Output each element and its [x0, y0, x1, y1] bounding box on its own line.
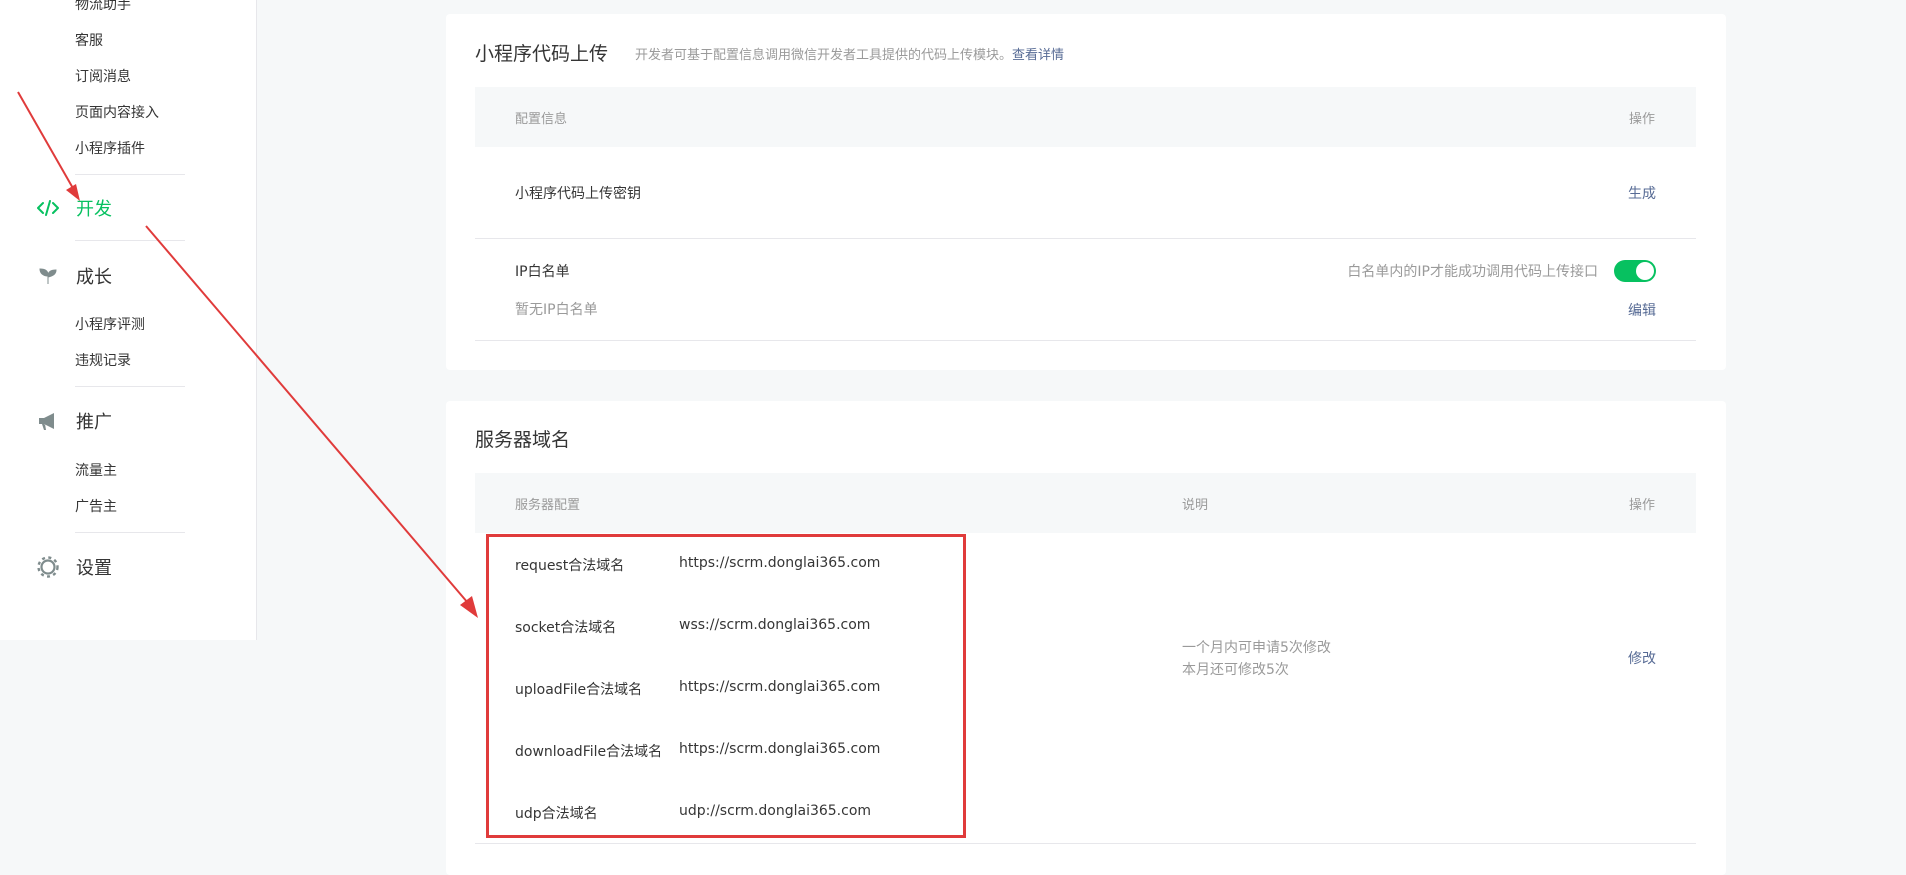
- sidebar-group-growth-label: 成长: [76, 267, 112, 288]
- col-action: 操作: [1628, 112, 1655, 127]
- col-server-config: 服务器配置: [515, 498, 581, 513]
- sidebar-item-logistics[interactable]: 物流助手: [75, 0, 131, 15]
- sidebar-divider: [75, 386, 185, 387]
- sidebar-item-page-content[interactable]: 页面内容接入: [75, 103, 159, 123]
- row-divider: [475, 238, 1696, 239]
- modify-quota-line2: 本月还可修改5次: [1182, 662, 1289, 678]
- annotation-highlight-box: [486, 534, 966, 838]
- sidebar-group-promo-label: 推广: [76, 412, 112, 433]
- sidebar-group-dev-label: 开发: [76, 199, 112, 220]
- sidebar-divider: [75, 240, 185, 241]
- code-upload-title: 小程序代码上传: [475, 43, 609, 65]
- modify-domains-link[interactable]: 修改: [1628, 648, 1656, 668]
- sprout-icon: [36, 264, 60, 288]
- sidebar-divider: [75, 532, 185, 533]
- server-domain-title: 服务器域名: [475, 429, 571, 451]
- code-upload-table-header: 配置信息 操作: [475, 87, 1696, 147]
- sidebar-item-plugins[interactable]: 小程序插件: [75, 139, 145, 159]
- code-upload-desc: 开发者可基于配置信息调用微信开发者工具提供的代码上传模块。查看详情: [635, 44, 1064, 63]
- edit-ip-whitelist-link[interactable]: 编辑: [1628, 300, 1656, 320]
- sidebar-divider: [75, 174, 185, 175]
- sidebar-group-promo[interactable]: 推广: [36, 407, 112, 435]
- col-description: 说明: [1182, 498, 1209, 513]
- col-config-info: 配置信息: [515, 112, 568, 127]
- megaphone-icon: [36, 409, 60, 433]
- sidebar-item-subscribe-messages[interactable]: 订阅消息: [75, 67, 131, 87]
- upload-secret-label: 小程序代码上传密钥: [515, 186, 641, 202]
- sidebar-item-customer-service[interactable]: 客服: [75, 31, 103, 51]
- ip-whitelist-hint: 白名单内的IP才能成功调用代码上传接口: [1347, 264, 1598, 280]
- view-details-link[interactable]: 查看详情: [1012, 48, 1064, 63]
- sidebar-group-dev[interactable]: 开发: [36, 194, 112, 222]
- sidebar-group-settings-label: 设置: [76, 558, 112, 579]
- sidebar-group-settings[interactable]: 设置: [36, 553, 112, 581]
- col-action: 操作: [1628, 498, 1655, 513]
- code-upload-desc-text: 开发者可基于配置信息调用微信开发者工具提供的代码上传模块。: [635, 48, 1013, 63]
- sidebar-item-violations[interactable]: 违规记录: [75, 351, 131, 371]
- sidebar-item-traffic-owner[interactable]: 流量主: [75, 461, 117, 481]
- row-divider: [475, 340, 1696, 341]
- ip-whitelist-empty: 暂无IP白名单: [515, 302, 598, 318]
- code-upload-card: 小程序代码上传 开发者可基于配置信息调用微信开发者工具提供的代码上传模块。查看详…: [446, 14, 1726, 370]
- modify-quota-line1: 一个月内可申请5次修改: [1182, 640, 1331, 656]
- toggle-knob: [1636, 262, 1654, 280]
- row-divider: [475, 843, 1696, 844]
- generate-secret-link[interactable]: 生成: [1628, 183, 1656, 203]
- sidebar-group-growth[interactable]: 成长: [36, 262, 112, 290]
- code-icon: [36, 196, 60, 220]
- sidebar-item-evaluation[interactable]: 小程序评测: [75, 315, 145, 335]
- ip-whitelist-toggle[interactable]: [1614, 260, 1656, 282]
- gear-icon: [36, 555, 60, 579]
- sidebar-item-advertiser[interactable]: 广告主: [75, 497, 117, 517]
- server-domain-table-header: 服务器配置 说明 操作: [475, 473, 1696, 533]
- sidebar: 物流助手 客服 订阅消息 页面内容接入 小程序插件 开发 成长 小程序评测 违规…: [0, 0, 257, 640]
- ip-whitelist-label: IP白名单: [515, 264, 570, 280]
